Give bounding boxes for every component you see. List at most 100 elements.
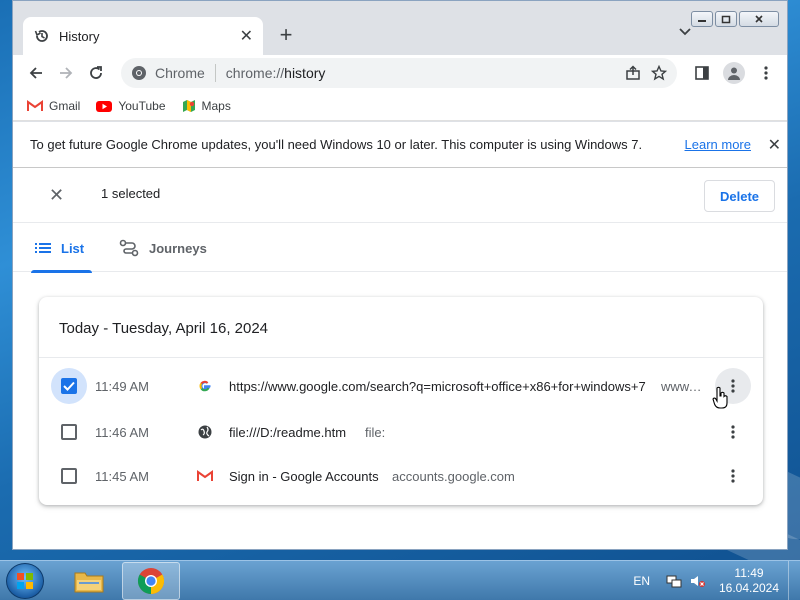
tab-search-button[interactable] (679, 25, 691, 39)
row-more-actions-button[interactable] (715, 414, 751, 450)
windows-logo-icon (17, 573, 33, 589)
taskbar: EN 11:49 16.04.2024 (0, 560, 800, 600)
close-icon (755, 15, 763, 23)
forward-button[interactable] (51, 58, 81, 88)
omnibox-actions (625, 58, 673, 88)
row-checkbox[interactable] (51, 458, 87, 494)
update-infobar: To get future Google Chrome updates, you… (13, 122, 787, 168)
list-icon (35, 243, 51, 253)
history-page: ✕ 1 selected Delete List Journeys Today … (13, 168, 787, 549)
tab-close-icon[interactable]: ✕ (240, 26, 253, 46)
show-desktop-button[interactable] (788, 561, 800, 600)
tab-list[interactable]: List (31, 224, 93, 273)
tab-label: Journeys (149, 240, 207, 256)
forward-arrow-icon (60, 67, 73, 79)
toolbar: Chrome chrome:// history (13, 55, 787, 91)
visit-time: 11:49 AM (95, 378, 149, 394)
gmail-icon (27, 99, 43, 111)
journeys-icon (119, 239, 139, 257)
bookmark-label: YouTube (118, 98, 166, 113)
bookmark-youtube[interactable]: YouTube (96, 98, 166, 113)
taskbar-explorer[interactable] (60, 562, 118, 600)
selection-toolbar: ✕ 1 selected Delete (13, 168, 787, 223)
history-row[interactable]: 11:49 AM https://www.google.com/search?q… (39, 364, 763, 408)
infobar-close-icon[interactable]: ✕ (768, 135, 781, 155)
visit-time: 11:46 AM (95, 424, 149, 440)
bookmark-label: Maps (201, 98, 231, 113)
clock[interactable]: 11:49 16.04.2024 (714, 566, 784, 596)
address-bar[interactable]: Chrome chrome:// history (121, 58, 677, 88)
hand-cursor-icon (712, 386, 728, 409)
page-title-link[interactable]: Sign in - Google Accounts (229, 469, 379, 484)
divider (39, 357, 763, 358)
profile-avatar[interactable] (723, 62, 745, 84)
new-tab-button[interactable]: + (275, 23, 297, 47)
taskbar-chrome[interactable] (122, 562, 180, 600)
google-icon (197, 378, 213, 394)
clock-date: 16.04.2024 (718, 581, 780, 595)
chevron-down-icon (679, 28, 691, 36)
google-g-icon (199, 380, 211, 392)
kebab-menu-icon (731, 425, 735, 439)
row-checkbox[interactable] (51, 414, 87, 450)
maximize-button[interactable] (715, 11, 737, 27)
back-arrow-icon (29, 67, 42, 79)
checkmark-icon (63, 381, 75, 391)
gmail-icon (197, 468, 213, 484)
tab-journeys[interactable]: Journeys (119, 224, 207, 272)
reload-button[interactable] (81, 58, 111, 88)
kebab-menu-icon (764, 66, 768, 80)
learn-more-link[interactable]: Learn more (685, 137, 751, 152)
start-button[interactable] (6, 563, 44, 599)
back-button[interactable] (21, 58, 51, 88)
reload-icon (90, 66, 102, 79)
chrome-logo-icon (137, 568, 165, 595)
url-path: history (284, 65, 326, 81)
omnibox-divider (214, 64, 216, 82)
folder-icon (74, 572, 104, 593)
side-panel-icon (695, 66, 709, 80)
system-tray: EN 11:49 16.04.2024 (633, 561, 800, 600)
history-card: Today - Tuesday, April 16, 2024 11:49 AM (39, 297, 763, 505)
page-title-link[interactable]: https://www.google.com/search?q=microsof… (229, 379, 649, 394)
selection-count: 1 selected (101, 186, 161, 201)
toolbar-right (687, 58, 781, 88)
page-domain: file: (365, 424, 386, 440)
window-close-button[interactable] (739, 11, 779, 27)
checkbox-unchecked (61, 424, 77, 440)
language-indicator[interactable]: EN (633, 574, 650, 588)
share-icon[interactable] (625, 65, 641, 81)
row-checkbox[interactable] (51, 368, 87, 404)
checkbox-unchecked (61, 468, 77, 484)
youtube-icon (96, 100, 113, 112)
bookmarks-bar: Gmail YouTube Maps (13, 91, 787, 121)
infobar-message: To get future Google Chrome updates, you… (30, 137, 643, 152)
bookmark-gmail[interactable]: Gmail (27, 99, 80, 113)
chrome-logo-icon (132, 66, 146, 80)
url-scheme: chrome:// (225, 65, 285, 81)
bookmark-maps[interactable]: Maps (182, 99, 231, 113)
clock-time: 11:49 (734, 566, 764, 580)
date-header: Today - Tuesday, April 16, 2024 (59, 320, 269, 337)
clear-selection-icon[interactable]: ✕ (49, 185, 64, 206)
visit-time: 11:45 AM (95, 468, 149, 484)
globe-icon (197, 424, 213, 440)
page-title-link[interactable]: file:///D:/readme.htm (229, 425, 346, 440)
tab-history[interactable]: History ✕ (23, 17, 263, 55)
gmail-icon (197, 470, 213, 481)
delete-button[interactable]: Delete (704, 180, 775, 212)
history-row[interactable]: 11:45 AM Sign in - Google Accounts accou… (39, 454, 763, 498)
volume-muted-icon[interactable] (690, 574, 706, 588)
history-row[interactable]: 11:46 AM file:///D:/readme.htm file: (39, 410, 763, 454)
tab-label: List (61, 240, 85, 256)
menu-button[interactable] (751, 58, 781, 88)
globe-icon (198, 425, 212, 439)
minimize-icon (698, 20, 706, 22)
side-panel-button[interactable] (687, 58, 717, 88)
minimize-button[interactable] (691, 11, 713, 27)
chrome-window: History ✕ + Chrome chrome:// history Gma… (12, 0, 788, 550)
row-more-actions-button[interactable] (715, 458, 751, 494)
network-icon[interactable] (666, 574, 682, 588)
restore-icon (721, 15, 731, 23)
bookmark-star-icon[interactable] (651, 65, 667, 81)
